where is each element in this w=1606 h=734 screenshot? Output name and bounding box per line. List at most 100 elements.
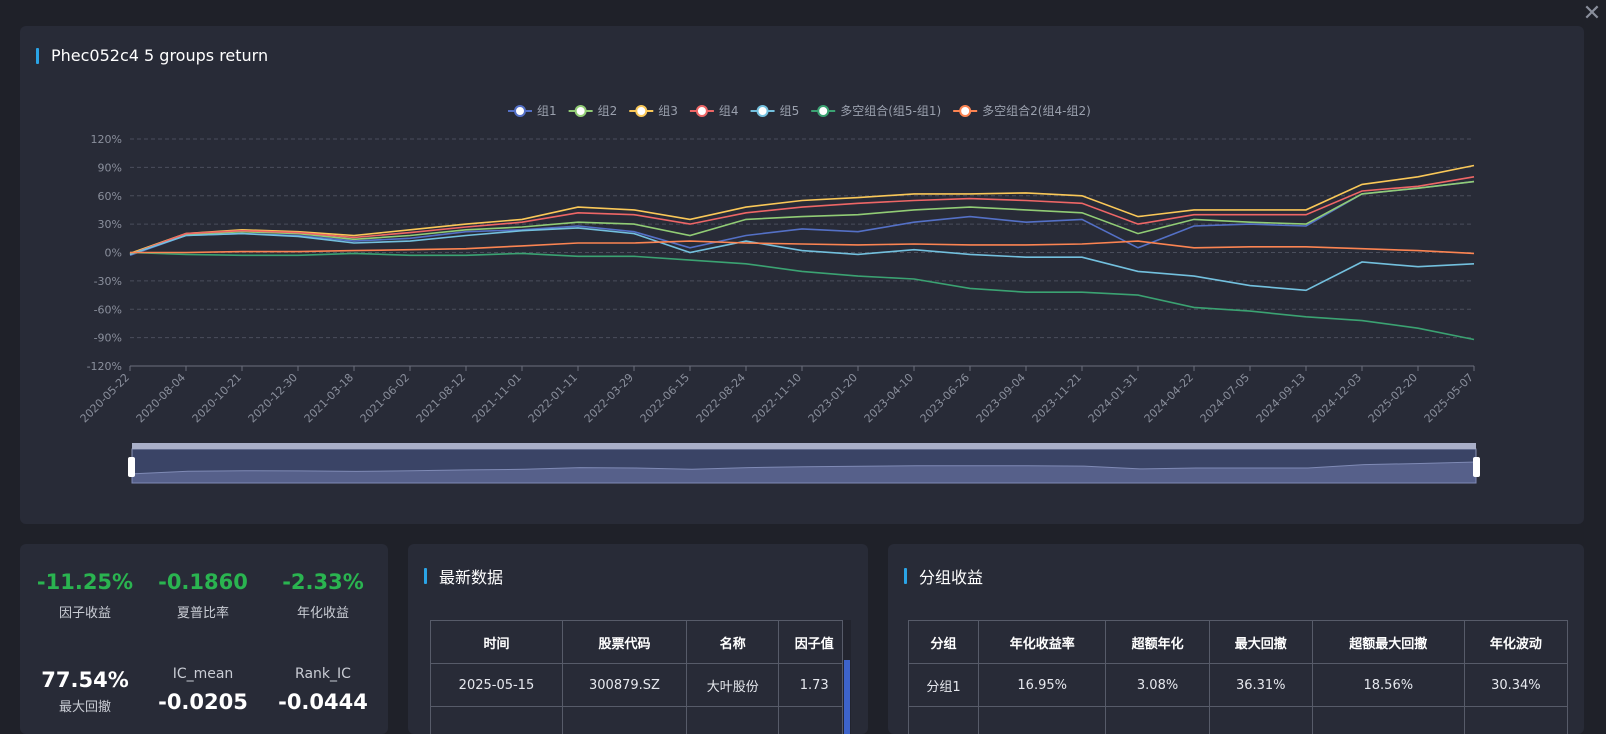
rank-ic-label: Rank_IC bbox=[258, 666, 388, 682]
x-tick-label: 2021-06-02 bbox=[358, 371, 412, 425]
col-excess-max-drawdown[interactable]: 超额最大回撤 bbox=[1312, 621, 1464, 664]
col-annual-volatility[interactable]: 年化波动 bbox=[1464, 621, 1567, 664]
col-time[interactable]: 时间 bbox=[431, 621, 563, 664]
x-tick-label: 2024-12-03 bbox=[1310, 371, 1364, 425]
cell-time: 2025-05-15 bbox=[431, 664, 563, 707]
zoom-top-bar bbox=[132, 443, 1476, 449]
legend-item[interactable]: 多空组合2(组4-组2) bbox=[953, 103, 1091, 118]
title-accent-bar bbox=[904, 568, 907, 584]
x-tick-label: 2021-03-18 bbox=[302, 371, 356, 425]
group-returns-table: 分组 年化收益率 超额年化 最大回撤 超额最大回撤 年化波动 分组1 16.95… bbox=[908, 620, 1568, 734]
y-tick-label: 60% bbox=[98, 190, 122, 203]
ic-mean-value: -0.0205 bbox=[138, 690, 268, 714]
x-tick-label: 2023-11-21 bbox=[1030, 371, 1084, 425]
x-tick-label: 2024-04-22 bbox=[1142, 371, 1196, 425]
table-row[interactable] bbox=[431, 707, 850, 734]
x-tick-label: 2022-06-15 bbox=[638, 371, 692, 425]
max-drawdown-value: 77.54% bbox=[20, 668, 150, 692]
legend-marker bbox=[758, 106, 768, 116]
return-line-chart[interactable]: 组1组2组3组4组5多空组合(组5-组1)多空组合2(组4-组2) 120%90… bbox=[20, 26, 1584, 524]
legend-item[interactable]: 组5 bbox=[751, 104, 800, 118]
series-line bbox=[130, 241, 1474, 253]
chart-panel: Phec052c4 5 groups return 组1组2组3组4组5多空组合… bbox=[20, 26, 1584, 524]
x-tick-label: 2023-06-26 bbox=[918, 371, 972, 425]
legend-item[interactable]: 组3 bbox=[629, 104, 678, 118]
table-row[interactable] bbox=[909, 707, 1568, 734]
sharpe-label: 夏普比率 bbox=[138, 602, 268, 621]
x-tick-label: 2023-09-04 bbox=[974, 371, 1028, 425]
cell-excess-annual: 3.08% bbox=[1106, 664, 1209, 707]
title-accent-bar bbox=[424, 568, 427, 584]
col-stock-code[interactable]: 股票代码 bbox=[562, 621, 686, 664]
legend-item[interactable]: 多空组合(组5-组1) bbox=[811, 103, 941, 118]
y-tick-label: -30% bbox=[94, 275, 122, 288]
x-tick-label: 2020-05-22 bbox=[78, 371, 132, 425]
legend-item[interactable]: 组4 bbox=[690, 104, 739, 118]
stat-rank-ic: Rank_IC -0.0444 bbox=[258, 666, 388, 714]
zoom-handle-right[interactable] bbox=[1473, 457, 1480, 477]
y-tick-label: -90% bbox=[94, 332, 122, 345]
latest-data-table: 时间 股票代码 名称 因子值 2025-05-15 300879.SZ 大叶股份… bbox=[430, 620, 850, 734]
col-annual-return[interactable]: 年化收益率 bbox=[978, 621, 1106, 664]
x-tick-label: 2025-05-07 bbox=[1422, 371, 1476, 425]
series-line bbox=[130, 253, 1474, 340]
col-max-drawdown[interactable]: 最大回撤 bbox=[1209, 621, 1312, 664]
latest-panel-title: 最新数据 bbox=[424, 564, 503, 588]
legend-label: 组3 bbox=[658, 104, 678, 118]
legend-item[interactable]: 组1 bbox=[508, 104, 557, 118]
legend-item[interactable]: 组2 bbox=[569, 104, 618, 118]
cell-name: 大叶股份 bbox=[687, 664, 779, 707]
cell-max-drawdown: 36.31% bbox=[1209, 664, 1312, 707]
factor-return-label: 因子收益 bbox=[20, 602, 150, 621]
table-row[interactable]: 分组1 16.95% 3.08% 36.31% 18.56% 30.34% bbox=[909, 664, 1568, 707]
factor-return-value: -11.25% bbox=[20, 570, 150, 594]
x-tick-label: 2022-01-11 bbox=[526, 371, 580, 425]
col-factor-value[interactable]: 因子值 bbox=[779, 621, 850, 664]
annual-return-value: -2.33% bbox=[258, 570, 388, 594]
col-group[interactable]: 分组 bbox=[909, 621, 979, 664]
legend-label: 多空组合(组5-组1) bbox=[840, 103, 941, 118]
legend-label: 组1 bbox=[537, 104, 557, 118]
x-tick-label: 2022-11-10 bbox=[750, 371, 804, 425]
cell-empty bbox=[687, 707, 779, 734]
legend-marker bbox=[576, 106, 586, 116]
cell-empty bbox=[779, 707, 850, 734]
table-header-row: 时间 股票代码 名称 因子值 bbox=[431, 621, 850, 664]
cell-empty bbox=[1106, 707, 1209, 734]
table-header-row: 分组 年化收益率 超额年化 最大回撤 超额最大回撤 年化波动 bbox=[909, 621, 1568, 664]
cell-group: 分组1 bbox=[909, 664, 979, 707]
x-tick-label: 2024-09-13 bbox=[1254, 371, 1308, 425]
x-tick-label: 2025-02-20 bbox=[1366, 371, 1420, 425]
group-title: 分组收益 bbox=[919, 564, 983, 588]
data-zoom-slider bbox=[128, 443, 1480, 483]
legend-marker bbox=[818, 106, 828, 116]
zoom-handle-left[interactable] bbox=[128, 457, 135, 477]
x-tick-label: 2023-04-10 bbox=[862, 371, 916, 425]
close-icon[interactable]: ✕ bbox=[1580, 2, 1604, 26]
stat-max-drawdown: 77.54% 最大回撤 bbox=[20, 668, 150, 715]
x-tick-label: 2022-03-29 bbox=[582, 371, 636, 425]
scrollbar-thumb[interactable] bbox=[844, 660, 850, 734]
x-tick-label: 2020-10-21 bbox=[190, 371, 244, 425]
table-row[interactable]: 2025-05-15 300879.SZ 大叶股份 1.73 bbox=[431, 664, 850, 707]
legend-marker bbox=[697, 106, 707, 116]
y-axis: 120%90%60%30%0%-30%-60%-90%-120% bbox=[87, 133, 122, 373]
col-name[interactable]: 名称 bbox=[687, 621, 779, 664]
x-tick-label: 2020-08-04 bbox=[134, 371, 188, 425]
y-tick-label: 120% bbox=[91, 133, 122, 146]
chart-legend: 组1 组2 组3 组4 组5 多空组合(组5-组1) 多空组合2(组4-组2) bbox=[508, 103, 1091, 118]
group-returns-panel: 分组收益 分组 年化收益率 超额年化 最大回撤 超额最大回撤 年化波动 分组1 … bbox=[888, 544, 1584, 734]
series-line bbox=[130, 177, 1474, 255]
col-excess-annual[interactable]: 超额年化 bbox=[1106, 621, 1209, 664]
stat-annual-return: -2.33% 年化收益 bbox=[258, 570, 388, 621]
cell-empty bbox=[909, 707, 979, 734]
cell-annual-volatility: 30.34% bbox=[1464, 664, 1567, 707]
y-tick-label: 0% bbox=[105, 247, 122, 260]
x-tick-label: 2023-01-20 bbox=[806, 371, 860, 425]
latest-data-panel: 最新数据 时间 股票代码 名称 因子值 2025-05-15 300879.SZ… bbox=[408, 544, 868, 734]
x-tick-label: 2022-08-24 bbox=[694, 371, 748, 425]
latest-title: 最新数据 bbox=[439, 564, 503, 588]
legend-label: 组2 bbox=[598, 104, 618, 118]
rank-ic-value: -0.0444 bbox=[258, 690, 388, 714]
table-scrollbar[interactable] bbox=[842, 620, 851, 734]
